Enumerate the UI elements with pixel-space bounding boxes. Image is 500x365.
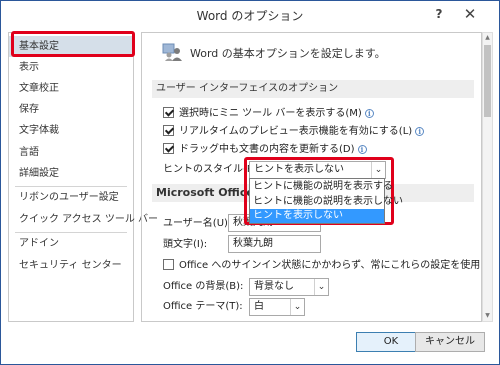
hint-style-dropdown-list: ヒントに機能の説明を表示する ヒントに機能の説明を表示しない ヒントを表示しない: [249, 178, 403, 224]
username-label: ユーザー名(U):: [163, 218, 232, 229]
sidebar-item-typography[interactable]: 文字体裁: [9, 120, 133, 141]
chevron-down-icon[interactable]: ⌄: [290, 299, 304, 315]
options-people-icon: [162, 43, 182, 61]
main-panel: Word の基本オプションを設定します。 ユーザー インターフェイスのオプション…: [141, 32, 482, 322]
info-icon[interactable]: i: [415, 127, 425, 136]
hint-style-label: ヒントのスタイル(R):: [163, 164, 262, 175]
sidebar-item-display[interactable]: 表示: [9, 57, 133, 78]
hint-option-hide-descriptions[interactable]: ヒントに機能の説明を表示しない: [250, 195, 403, 209]
office-background-value: 背景なし: [254, 281, 294, 292]
sidebar-item-addins[interactable]: アドイン: [9, 233, 133, 254]
office-theme-label: Office テーマ(T):: [163, 301, 243, 312]
mini-toolbar-checkbox[interactable]: [163, 107, 174, 118]
sidebar: 基本設定 表示 文章校正 保存 文字体裁 言語 詳細設定 リボンのユーザー設定 …: [8, 32, 158, 322]
hint-style-value: ヒントを表示しない: [254, 164, 344, 175]
ui-options-section-title: ユーザー インターフェイスのオプション: [152, 80, 474, 98]
hint-style-select[interactable]: ヒントを表示しない ⌄: [249, 161, 386, 179]
close-button[interactable]: ✕: [459, 4, 481, 24]
sidebar-item-trust-center[interactable]: セキュリティ センター: [9, 255, 133, 276]
option-always-use-settings[interactable]: Office へのサインイン状態にかかわらず、常にこれらの設定を使用する(A): [163, 258, 482, 274]
live-preview-checkbox[interactable]: [163, 125, 174, 136]
option-update-while-drag[interactable]: ドラッグ中も文書の内容を更新する(D) i: [163, 142, 367, 158]
initials-label: 頭文字(I):: [163, 239, 208, 250]
dialog-title: Word のオプション: [196, 9, 304, 23]
info-icon[interactable]: i: [357, 145, 367, 154]
chevron-down-icon[interactable]: ⌄: [371, 162, 385, 178]
scrollbar-thumb[interactable]: [484, 45, 491, 117]
help-button[interactable]: ?: [428, 4, 450, 24]
option-label: ドラッグ中も文書の内容を更新する(D): [179, 144, 355, 155]
title-bar: Word のオプション ? ✕: [1, 1, 499, 30]
scroll-down-icon[interactable]: ▼: [484, 312, 491, 320]
header-description: Word の基本オプションを設定します。: [190, 47, 386, 60]
update-while-drag-checkbox[interactable]: [163, 143, 174, 154]
sidebar-item-language[interactable]: 言語: [9, 142, 133, 163]
sidebar-item-advanced[interactable]: 詳細設定: [9, 163, 133, 184]
hint-option-show-descriptions[interactable]: ヒントに機能の説明を表示する: [250, 180, 393, 194]
option-label: リアルタイムのプレビュー表示機能を有効にする(L): [179, 126, 413, 137]
scroll-up-icon[interactable]: ▲: [484, 34, 491, 42]
office-theme-select[interactable]: 白 ⌄: [249, 298, 305, 316]
initials-field[interactable]: 秋葉九朗: [228, 235, 321, 253]
option-live-preview[interactable]: リアルタイムのプレビュー表示機能を有効にする(L) i: [163, 124, 425, 140]
option-label: 選択時にミニ ツール バーを表示する(M): [179, 108, 362, 119]
sidebar-item-general[interactable]: 基本設定: [9, 36, 133, 57]
office-background-select[interactable]: 背景なし ⌄: [249, 278, 329, 296]
sidebar-item-customize-ribbon[interactable]: リボンのユーザー設定: [9, 187, 133, 208]
always-use-checkbox[interactable]: [163, 259, 174, 270]
chevron-down-icon[interactable]: ⌄: [314, 279, 328, 295]
cancel-button[interactable]: キャンセル: [415, 332, 485, 352]
office-theme-value: 白: [254, 301, 264, 312]
vertical-scrollbar[interactable]: ▲ ▼: [482, 32, 493, 322]
hint-option-no-screentips[interactable]: ヒントを表示しない: [250, 209, 384, 223]
option-label: Office へのサインイン状態にかかわらず、常にこれらの設定を使用する(A): [179, 260, 482, 271]
sidebar-item-quick-access-toolbar[interactable]: クイック アクセス ツール バー: [9, 209, 158, 230]
sidebar-item-save[interactable]: 保存: [9, 99, 133, 120]
office-background-label: Office の背景(B):: [163, 281, 244, 292]
option-mini-toolbar[interactable]: 選択時にミニ ツール バーを表示する(M) i: [163, 106, 374, 122]
sidebar-item-proofing[interactable]: 文章校正: [9, 78, 133, 99]
info-icon[interactable]: i: [364, 109, 374, 118]
